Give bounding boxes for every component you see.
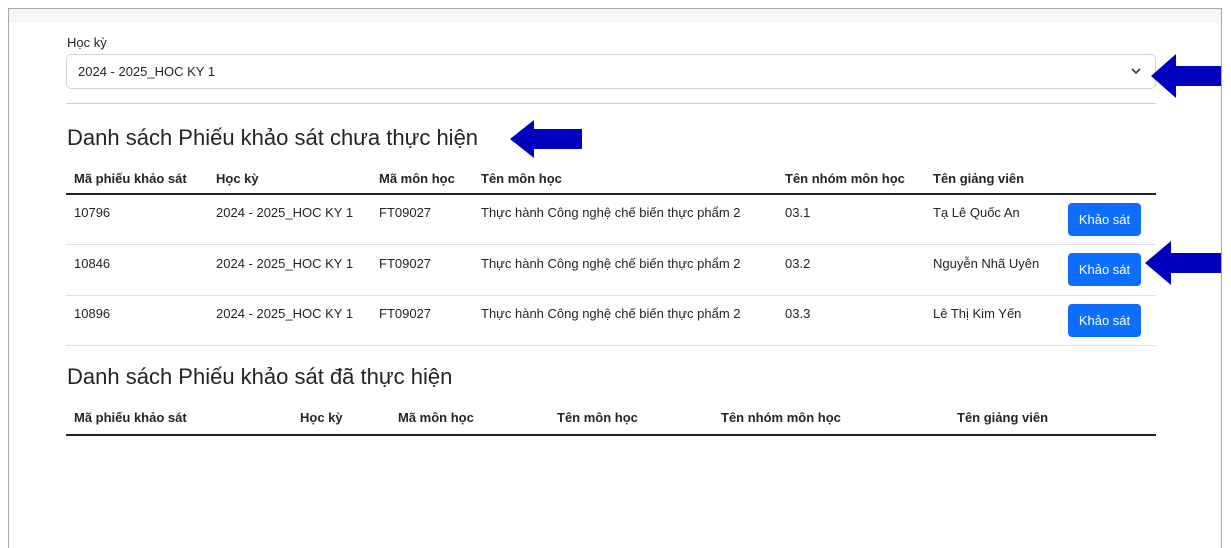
row-course-code: FT09027 (379, 205, 432, 220)
completed-col-course-name: Tên môn học (557, 410, 638, 425)
semester-label: Học kỳ (67, 35, 107, 50)
row-course-code: FT09027 (379, 306, 432, 321)
pending-col-group: Tên nhóm môn học (785, 171, 905, 186)
row-course-name: Thực hành Công nghệ chế biến thực phẩm 2 (481, 306, 741, 321)
completed-col-group: Tên nhóm môn học (721, 410, 841, 425)
page-frame (8, 8, 1222, 548)
row-course-code: FT09027 (379, 256, 432, 271)
completed-col-survey-id: Mã phiếu khảo sát (74, 410, 187, 425)
top-band (9, 9, 1221, 23)
pending-surveys-title: Danh sách Phiếu khảo sát chưa thực hiện (67, 125, 479, 150)
arrow-left-icon (1151, 54, 1221, 98)
completed-col-course-code: Mã môn học (398, 410, 474, 425)
row-survey-id: 10896 (74, 306, 111, 321)
completed-col-semester: Học kỳ (300, 410, 343, 425)
pending-col-course-code: Mã môn học (379, 171, 455, 186)
pending-col-course-name: Tên môn học (481, 171, 562, 186)
arrow-left-icon (510, 120, 582, 158)
pending-col-survey-id: Mã phiếu khảo sát (74, 171, 187, 186)
pending-header-rule (66, 193, 1156, 195)
survey-button[interactable]: Khảo sát (1068, 253, 1141, 286)
pending-col-semester: Học kỳ (216, 171, 259, 186)
pending-col-lecturer: Tên giảng viên (933, 171, 1025, 186)
row-survey-id: 10796 (74, 205, 111, 220)
semester-select[interactable]: 2024 - 2025_HOC KY 1 (66, 54, 1156, 89)
row-lecturer: Nguyễn Nhã Uyên (933, 256, 1040, 271)
row-survey-id: 10846 (74, 256, 111, 271)
row-group: 03.2 (785, 256, 811, 271)
row-course-name: Thực hành Công nghệ chế biến thực phẩm 2 (481, 205, 741, 220)
row-group: 03.3 (785, 306, 811, 321)
row-semester: 2024 - 2025_HOC KY 1 (216, 205, 354, 220)
row-divider (66, 244, 1156, 245)
survey-button[interactable]: Khảo sát (1068, 203, 1141, 236)
completed-surveys-title: Danh sách Phiếu khảo sát đã thực hiện (67, 364, 453, 389)
divider (66, 103, 1156, 104)
survey-button[interactable]: Khảo sát (1068, 304, 1141, 337)
arrow-left-icon (1145, 241, 1221, 285)
chevron-down-icon (1131, 68, 1141, 75)
row-semester: 2024 - 2025_HOC KY 1 (216, 306, 354, 321)
row-lecturer: Lê Thị Kim Yến (933, 306, 1022, 321)
semester-select-value: 2024 - 2025_HOC KY 1 (78, 64, 216, 79)
row-group: 03.1 (785, 205, 811, 220)
row-semester: 2024 - 2025_HOC KY 1 (216, 256, 354, 271)
row-divider (66, 345, 1156, 346)
row-course-name: Thực hành Công nghệ chế biến thực phẩm 2 (481, 256, 741, 271)
completed-header-rule (66, 434, 1156, 436)
row-lecturer: Tạ Lê Quốc An (933, 205, 1020, 220)
completed-col-lecturer: Tên giảng viên (957, 410, 1049, 425)
row-divider (66, 295, 1156, 296)
